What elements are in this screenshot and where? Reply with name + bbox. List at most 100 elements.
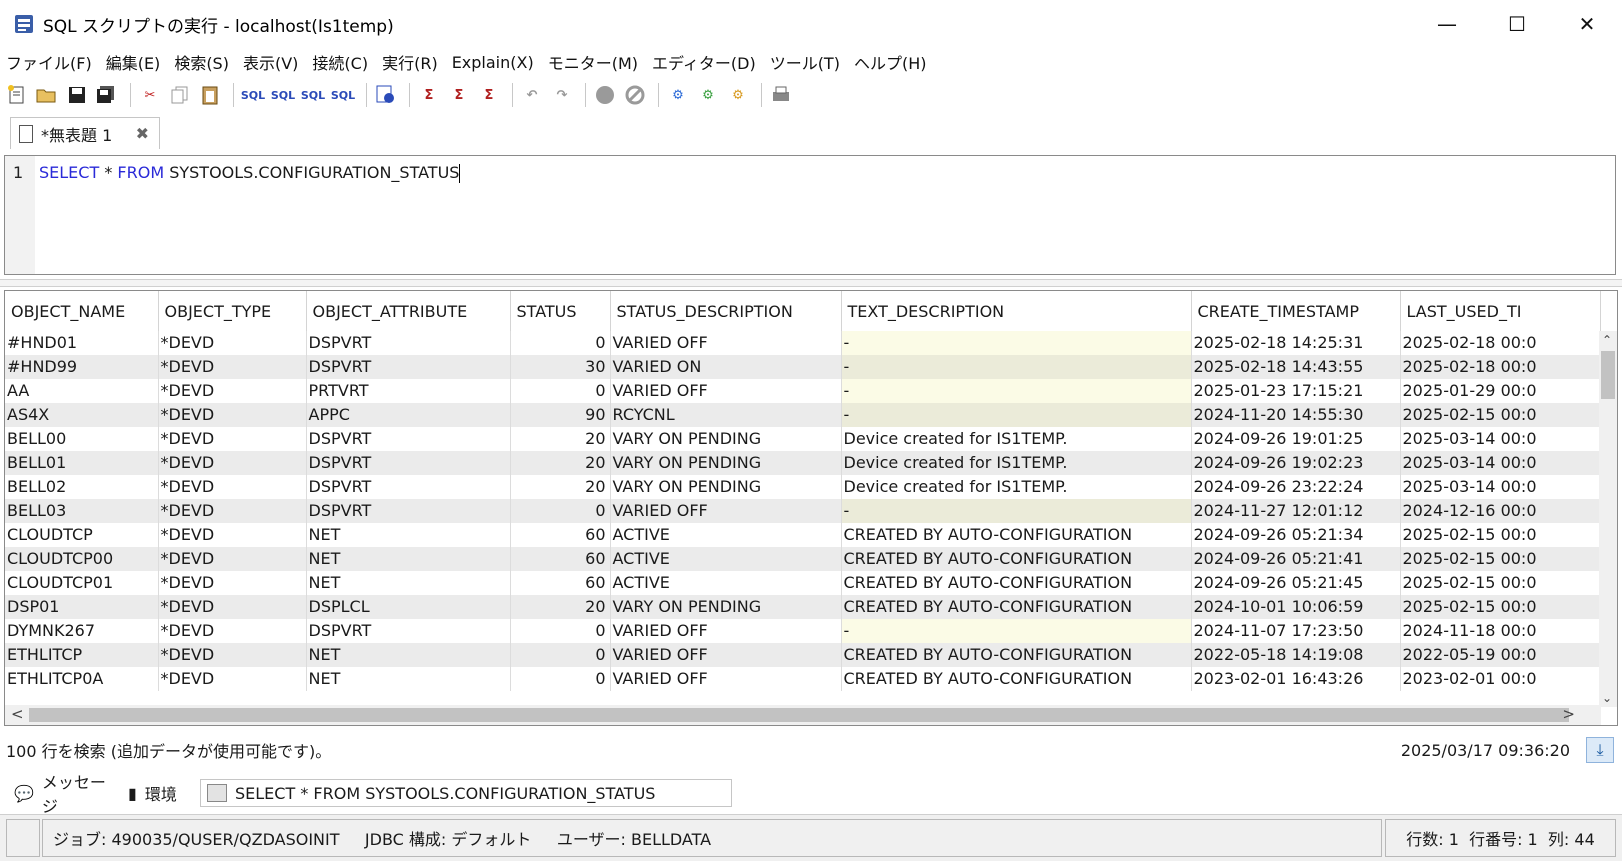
table-row[interactable]: BELL03 *DEVD DSPVRT 0 VARIED OFF -2024-11-27 … xyxy=(5,499,1601,523)
open-folder-icon[interactable] xyxy=(34,82,60,108)
table-cell[interactable]: 2025-02-15 00:0 xyxy=(1400,571,1601,595)
explain-icon[interactable]: Σ xyxy=(416,82,442,108)
paste-icon[interactable] xyxy=(197,82,223,108)
table-cell[interactable]: #HND99 xyxy=(5,355,159,379)
table-cell[interactable]: 2024-09-26 19:02:23 xyxy=(1191,451,1401,475)
table-cell[interactable]: 2025-02-15 00:0 xyxy=(1400,547,1601,571)
table-cell[interactable]: DSPLCL xyxy=(306,595,511,619)
table-cell[interactable]: 2025-01-29 00:0 xyxy=(1400,379,1601,403)
table-cell[interactable]: CREATED BY AUTO-CONFIGURATION xyxy=(841,643,1192,667)
table-cell[interactable]: *DEVD xyxy=(158,475,307,499)
table-cell[interactable]: 2025-02-15 00:0 xyxy=(1400,523,1601,547)
table-cell[interactable]: NET xyxy=(306,571,511,595)
table-row[interactable]: DSP01 *DEVD DSPLCL 20 VARY ON PENDING CREATED… xyxy=(5,595,1601,619)
table-cell[interactable]: 30 xyxy=(510,355,611,379)
table-cell[interactable]: *DEVD xyxy=(158,403,307,427)
tab-messages[interactable]: 💬 メッセージ xyxy=(8,773,114,816)
redo-icon[interactable]: ↷ xyxy=(549,82,575,108)
table-cell[interactable]: CLOUDTCP00 xyxy=(5,547,159,571)
sql-code-line[interactable]: SELECT * FROM SYSTOOLS.CONFIGURATION_STA… xyxy=(39,163,461,183)
vertical-scrollbar[interactable]: ⌃ ⌄ xyxy=(1599,331,1617,707)
table-cell[interactable]: - xyxy=(841,499,1192,523)
column-header[interactable]: OBJECT_ATTRIBUTE xyxy=(306,291,511,331)
table-cell[interactable]: DSPVRT xyxy=(306,475,511,499)
tab-untitled-1[interactable]: *無表題 1 ✖ xyxy=(10,117,160,149)
minimize-button[interactable]: — xyxy=(1412,0,1482,48)
column-header[interactable]: STATUS xyxy=(510,291,611,331)
table-cell[interactable]: 0 xyxy=(510,643,611,667)
table-cell[interactable]: NET xyxy=(306,667,511,691)
table-cell[interactable]: 0 xyxy=(510,379,611,403)
syntax-check-icon[interactable] xyxy=(373,82,399,108)
table-cell[interactable]: 0 xyxy=(510,619,611,643)
cancel-icon[interactable] xyxy=(622,82,648,108)
menu-help[interactable]: ヘルプ(H) xyxy=(854,50,927,74)
table-cell[interactable]: CREATED BY AUTO-CONFIGURATION xyxy=(841,595,1192,619)
table-cell[interactable]: AA xyxy=(5,379,159,403)
pane-splitter[interactable] xyxy=(0,279,1622,287)
table-cell[interactable]: CREATED BY AUTO-CONFIGURATION xyxy=(841,547,1192,571)
table-cell[interactable]: *DEVD xyxy=(158,499,307,523)
table-cell[interactable]: VARIED OFF xyxy=(610,643,842,667)
table-cell[interactable]: VARIED OFF xyxy=(610,499,842,523)
table-cell[interactable]: VARY ON PENDING xyxy=(610,475,842,499)
table-row[interactable]: CLOUDTCP01 *DEVD NET 60 ACTIVE CREATED BY AUT… xyxy=(5,571,1601,595)
table-cell[interactable]: 0 xyxy=(510,331,611,355)
table-cell[interactable]: *DEVD xyxy=(158,619,307,643)
menu-search[interactable]: 検索(S) xyxy=(174,50,229,74)
table-row[interactable]: #HND99 *DEVD DSPVRT 30 VARIED ON -2025-02-18 … xyxy=(5,355,1601,379)
table-cell[interactable]: 2023-02-01 00:0 xyxy=(1400,667,1601,691)
close-button[interactable]: ✕ xyxy=(1552,0,1622,48)
debug-run-icon[interactable]: ⚙ xyxy=(725,82,751,108)
table-cell[interactable]: 2025-01-23 17:15:21 xyxy=(1191,379,1401,403)
table-cell[interactable]: 2025-03-14 00:0 xyxy=(1400,451,1601,475)
table-cell[interactable]: ETHLITCP xyxy=(5,643,159,667)
table-cell[interactable]: NET xyxy=(306,547,511,571)
visual-explain-icon[interactable]: Σ xyxy=(476,82,502,108)
table-row[interactable]: ETHLITCP0A *DEVD NET 0 VARIED OFF CREATED BY … xyxy=(5,667,1601,691)
table-cell[interactable]: 2024-11-20 14:55:30 xyxy=(1191,403,1401,427)
table-cell[interactable]: 60 xyxy=(510,571,611,595)
table-cell[interactable]: DYMNK267 xyxy=(5,619,159,643)
horizontal-scroll-thumb[interactable] xyxy=(29,708,1569,722)
table-cell[interactable]: AS4X xyxy=(5,403,159,427)
download-icon[interactable]: ⤓ xyxy=(1586,737,1614,763)
run-selected-icon[interactable]: SQL xyxy=(300,82,326,108)
table-cell[interactable]: 2025-02-15 00:0 xyxy=(1400,595,1601,619)
scroll-right-icon[interactable]: > xyxy=(1562,705,1575,723)
cut-icon[interactable]: ✂ xyxy=(137,82,163,108)
table-row[interactable]: DYMNK267 *DEVD DSPVRT 0 VARIED OFF -2024-11-0… xyxy=(5,619,1601,643)
column-header[interactable]: CREATE_TIMESTAMP xyxy=(1191,291,1401,331)
table-cell[interactable]: VARIED OFF xyxy=(610,619,842,643)
table-cell[interactable]: *DEVD xyxy=(158,667,307,691)
table-cell[interactable]: BELL00 xyxy=(5,427,159,451)
table-cell[interactable]: - xyxy=(841,355,1192,379)
table-cell[interactable]: *DEVD xyxy=(158,427,307,451)
table-cell[interactable]: DSPVRT xyxy=(306,619,511,643)
debug-step-icon[interactable]: ⚙ xyxy=(695,82,721,108)
table-cell[interactable]: 2024-09-26 05:21:41 xyxy=(1191,547,1401,571)
table-cell[interactable]: 2024-12-16 00:0 xyxy=(1400,499,1601,523)
table-cell[interactable]: Device created for IS1TEMP. xyxy=(841,451,1192,475)
table-cell[interactable]: 2024-09-26 05:21:34 xyxy=(1191,523,1401,547)
menu-explain[interactable]: Explain(X) xyxy=(452,53,534,72)
table-cell[interactable]: 2024-09-26 23:22:24 xyxy=(1191,475,1401,499)
table-cell[interactable]: NET xyxy=(306,523,511,547)
save-icon[interactable] xyxy=(64,82,90,108)
table-cell[interactable]: ACTIVE xyxy=(610,547,842,571)
table-cell[interactable]: *DEVD xyxy=(158,643,307,667)
table-cell[interactable]: *DEVD xyxy=(158,451,307,475)
run-all-icon[interactable]: SQL xyxy=(270,82,296,108)
table-cell[interactable]: 2025-03-14 00:0 xyxy=(1400,475,1601,499)
table-row[interactable]: BELL00 *DEVD DSPVRT 20 VARY ON PENDING Device… xyxy=(5,427,1601,451)
table-cell[interactable]: CREATED BY AUTO-CONFIGURATION xyxy=(841,571,1192,595)
table-cell[interactable]: *DEVD xyxy=(158,331,307,355)
table-cell[interactable]: VARY ON PENDING xyxy=(610,595,842,619)
table-row[interactable]: BELL01 *DEVD DSPVRT 20 VARY ON PENDING Device… xyxy=(5,451,1601,475)
table-cell[interactable]: VARIED OFF xyxy=(610,667,842,691)
table-cell[interactable]: Device created for IS1TEMP. xyxy=(841,427,1192,451)
menu-monitor[interactable]: モニター(M) xyxy=(548,50,638,74)
table-cell[interactable]: 2025-02-18 00:0 xyxy=(1400,355,1601,379)
table-cell[interactable]: *DEVD xyxy=(158,547,307,571)
scroll-down-icon[interactable]: ⌄ xyxy=(1602,691,1612,705)
